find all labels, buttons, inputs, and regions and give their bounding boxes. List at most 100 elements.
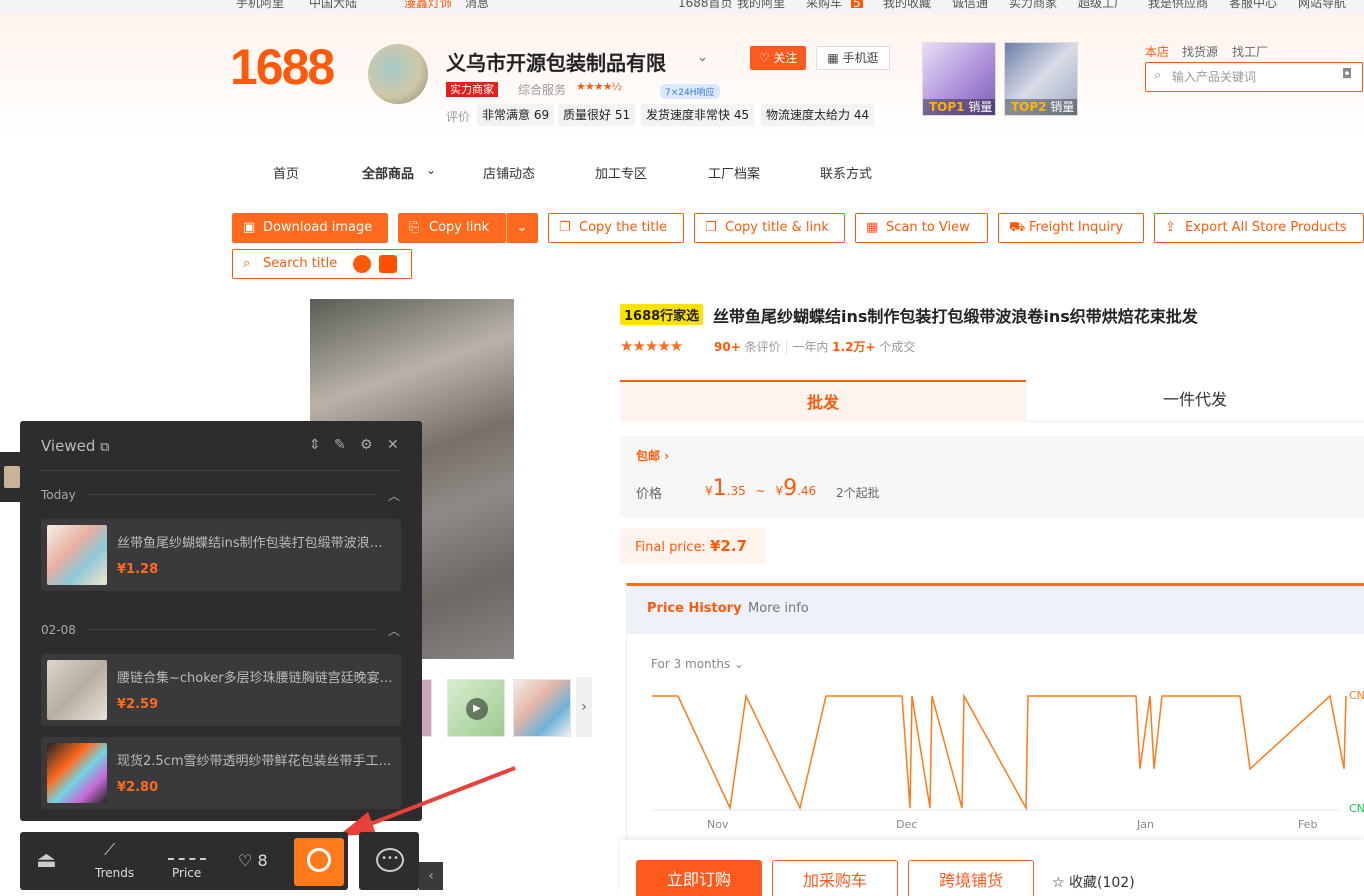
service-label: 综合服务 <box>518 83 567 97</box>
cross-border-button[interactable]: 跨境铺货 <box>908 860 1034 896</box>
supplier-link[interactable]: 我是供应商 <box>1148 0 1208 9</box>
service-center-link[interactable]: 客服中心 <box>1229 0 1277 9</box>
favorites-link[interactable]: 我的收藏 <box>883 0 931 9</box>
review-summary[interactable]: 90+ 条评价 | 一年内 1.2万+ 个成交 <box>714 338 915 355</box>
chevron-down-icon[interactable]: ⌄ <box>426 163 436 177</box>
trends-label[interactable]: Trends <box>95 866 134 880</box>
price-label: 价格 <box>636 487 663 502</box>
scan-to-view-button[interactable]: ▦ Scan to View <box>855 213 988 243</box>
qr-icon: ▦ <box>866 220 879 235</box>
search-tab-source[interactable]: 找货源 <box>1182 43 1218 60</box>
edit-icon[interactable]: ✎ <box>334 437 346 453</box>
export-icon: ⇪ <box>1165 220 1176 235</box>
tab-wholesale[interactable]: 批发 <box>620 380 1026 422</box>
trends-icon[interactable]: ⟋ <box>104 840 115 860</box>
final-price: Final price: ¥2.7 <box>620 528 766 564</box>
favorites-toolbar[interactable]: ♡ 8 <box>238 851 268 870</box>
home-icon[interactable]: ⏏ <box>36 848 57 873</box>
expert-select-badge: 1688行家选 <box>620 304 704 325</box>
copy-title-link-button[interactable]: ❐ Copy title & link <box>694 213 845 243</box>
1688-icon[interactable] <box>353 255 371 273</box>
taobao-icon[interactable] <box>379 255 397 273</box>
buy-now-button[interactable]: 立即订购 <box>636 860 762 896</box>
star-icon: ☆ <box>1052 875 1065 891</box>
tab-more-info[interactable]: More info <box>748 601 809 616</box>
chevron-down-icon[interactable]: ⌄ <box>697 50 708 65</box>
search-title-button[interactable]: ⌕ Search title <box>232 249 412 279</box>
sort-icon[interactable]: ⇕ <box>309 437 321 453</box>
chevron-right-icon[interactable]: › <box>576 677 592 737</box>
nav-home[interactable]: 首页 <box>273 163 299 182</box>
thumbnail[interactable] <box>513 679 571 737</box>
free-shipping-link[interactable]: 包邮 › <box>636 447 669 464</box>
top1-product[interactable]: TOP1 销量 <box>922 42 996 116</box>
copy-link-button[interactable]: ⎘ Copy link <box>398 213 506 243</box>
chevron-down-icon: ⌄ <box>734 657 745 671</box>
mobile-browse-button[interactable]: ▦ 手机逛 <box>816 46 890 70</box>
sidebar-tab[interactable] <box>0 452 22 502</box>
site-logo[interactable]: 1688 <box>230 38 335 96</box>
mobile-ali-link[interactable]: 手机阿里 <box>236 0 284 9</box>
nav-factory[interactable]: 工厂档案 <box>708 163 760 182</box>
cart-link[interactable]: 采购车 <box>806 0 842 9</box>
chevron-down-icon: ⌄ <box>516 220 528 235</box>
my-ali-link[interactable]: 我的阿里 <box>737 0 785 9</box>
shop-avatar[interactable] <box>368 44 428 104</box>
close-icon[interactable]: ✕ <box>387 437 399 453</box>
freight-inquiry-button[interactable]: ⛟ Freight Inquiry <box>998 213 1144 243</box>
nav-dynamics[interactable]: 店铺动态 <box>483 163 535 182</box>
region-link[interactable]: 中国大陆 <box>309 0 357 9</box>
camera-icon[interactable]: ◘ <box>1342 67 1352 82</box>
chevron-up-icon[interactable]: ︿ <box>388 487 400 504</box>
eval-tag: 发货速度非常快 45 <box>641 104 755 126</box>
home-link[interactable]: 1688首页 <box>678 0 733 9</box>
nav-all-products[interactable]: 全部商品 <box>362 163 414 182</box>
follow-button[interactable]: ♡ 关注 <box>750 46 806 70</box>
top2-product[interactable]: TOP2 销量 <box>1004 42 1078 116</box>
copy-link-dropdown[interactable]: ⌄ <box>506 213 538 243</box>
export-products-button[interactable]: ⇪ Export All Store Products <box>1154 213 1364 243</box>
messages-link[interactable]: 消息 <box>465 0 489 9</box>
thumbnail-video[interactable]: ▶ <box>447 679 505 737</box>
search-tab-store[interactable]: 本店 <box>1145 43 1169 60</box>
history-button[interactable] <box>294 838 344 886</box>
price-label[interactable]: Price <box>172 866 201 880</box>
viewed-item-image <box>47 525 107 585</box>
external-link-icon[interactable]: ⧉ <box>100 440 109 455</box>
copy-title-button[interactable]: ❐ Copy the title <box>548 213 684 243</box>
site-nav-link[interactable]: 网站导航 <box>1298 0 1346 9</box>
super-factory-link[interactable]: 超级工厂 <box>1078 0 1126 9</box>
favorite-button[interactable]: ☆ 收藏(102) <box>1052 872 1135 892</box>
history-icon <box>307 848 331 872</box>
add-cart-button[interactable]: 加采购车 <box>772 860 898 896</box>
link-icon: ⎘ <box>409 220 420 235</box>
search-tab-factory[interactable]: 找工厂 <box>1232 43 1268 60</box>
viewed-item-price: ¥1.28 <box>117 562 159 577</box>
viewed-item-price: ¥2.80 <box>117 780 159 795</box>
range-select[interactable]: For 3 months ⌄ <box>651 657 744 671</box>
play-icon: ▶ <box>466 698 488 720</box>
power-merchant-link[interactable]: 实力商家 <box>1009 0 1057 9</box>
follow-label: 关注 <box>773 51 798 65</box>
nav-processing[interactable]: 加工专区 <box>595 163 647 182</box>
collapse-button[interactable]: ‹ <box>419 862 443 890</box>
store-search: ⌕ ◘ <box>1145 62 1363 92</box>
user-name-link[interactable]: 漫鑫灯饰 <box>404 0 452 9</box>
cny-low-label: CN <box>1349 802 1364 815</box>
tab-dropship[interactable]: 一件代发 <box>1026 380 1364 422</box>
shop-name[interactable]: 义乌市开源包装制品有限 <box>446 47 666 76</box>
x-tick-label: Nov <box>707 818 729 831</box>
heart-icon: ♡ <box>758 51 770 65</box>
price-icon[interactable] <box>168 842 206 860</box>
copy-link-label: Copy link <box>429 220 490 235</box>
download-image-button[interactable]: ▣ Download image <box>232 213 388 243</box>
chevron-up-icon[interactable]: ︿ <box>388 622 400 639</box>
nav-contact[interactable]: 联系方式 <box>820 163 872 182</box>
viewed-item-image <box>47 660 107 720</box>
chat-icon[interactable]: ••• <box>376 848 404 872</box>
gear-icon[interactable]: ⚙ <box>360 437 373 453</box>
x-tick-label: Feb <box>1298 818 1318 831</box>
search-input[interactable] <box>1172 68 1332 86</box>
tab-price-history[interactable]: Price History <box>647 601 742 616</box>
chengxintong-link[interactable]: 诚信通 <box>952 0 988 9</box>
